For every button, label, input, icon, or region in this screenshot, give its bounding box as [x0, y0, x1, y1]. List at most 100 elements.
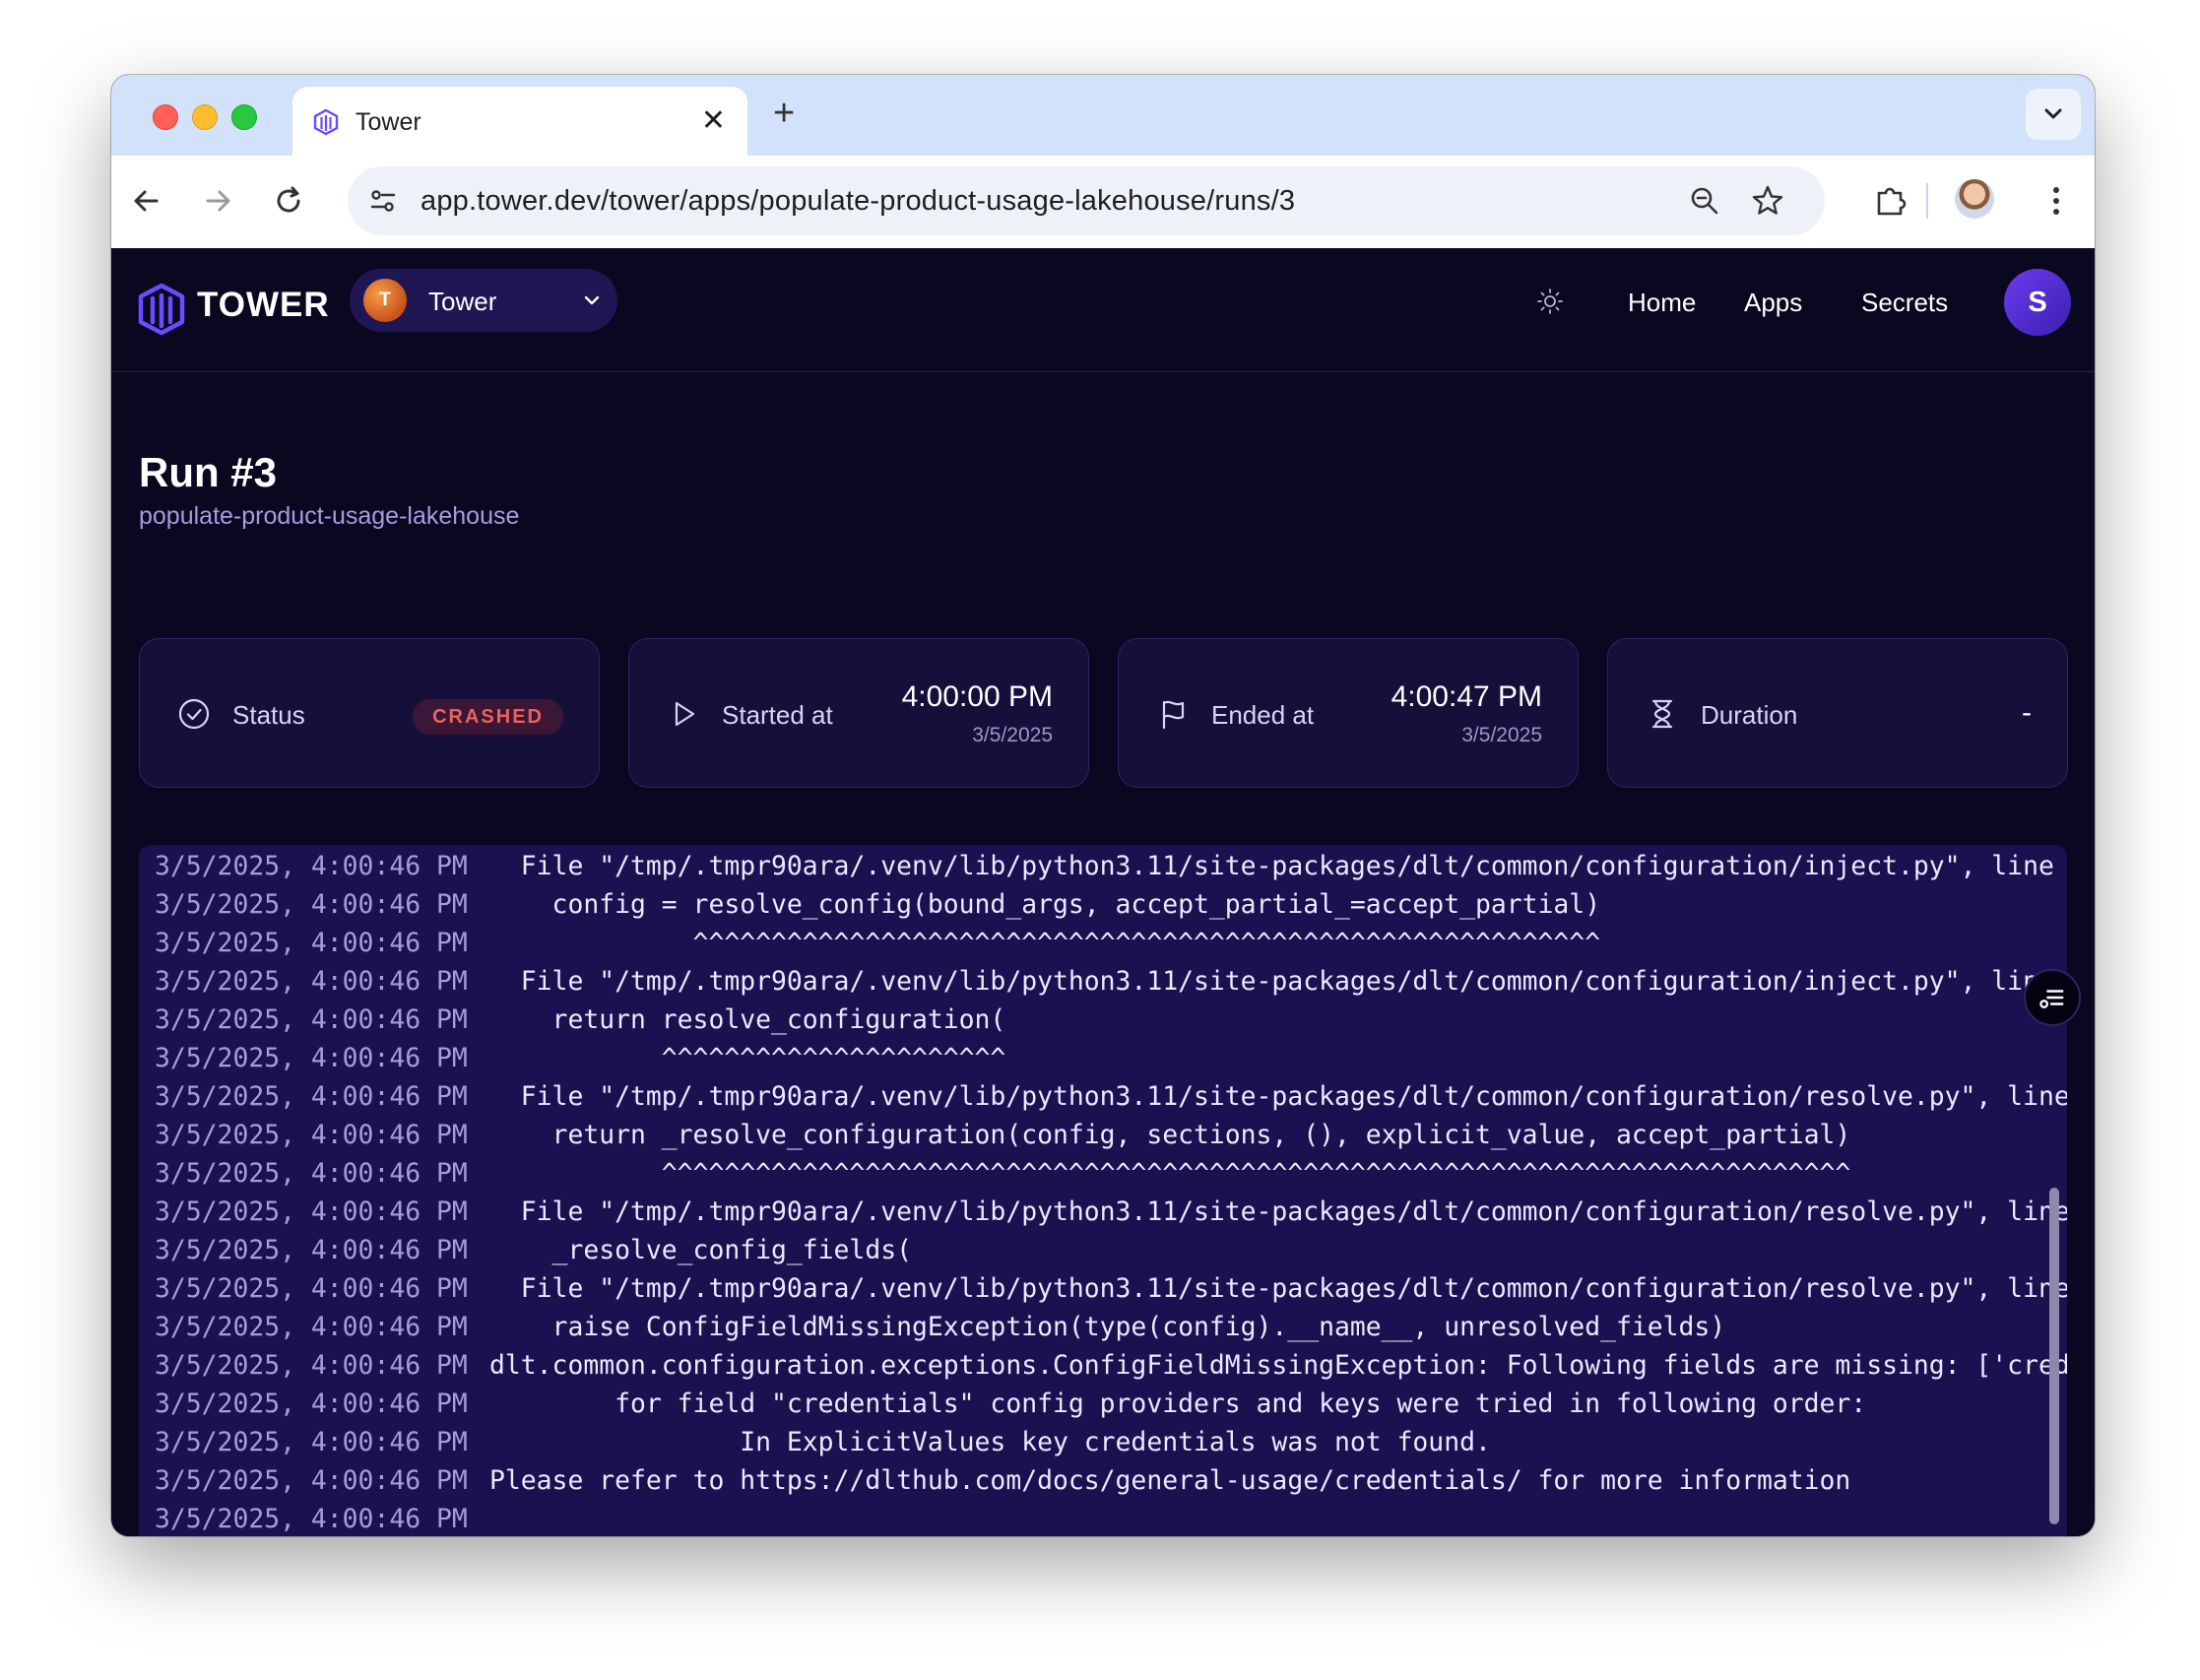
log-message: dlt.common.configuration.exceptions.Conf… [489, 1350, 2067, 1381]
wrap-lines-button[interactable] [2024, 969, 2081, 1026]
nav-apps[interactable]: Apps [1744, 288, 1802, 318]
log-message: config = resolve_config(bound_args, acce… [489, 889, 1601, 920]
browser-window: Tower ✕ + app.tower.dev/tower/apps/popul… [111, 75, 2095, 1536]
ended-label: Ended at [1211, 700, 1315, 730]
tab-close-icon[interactable]: ✕ [701, 103, 726, 139]
brand-name[interactable]: TOWER [197, 286, 330, 325]
app-header: TOWER T Tower Home Apps Secrets S [111, 248, 2095, 372]
log-timestamp: 3/5/2025, 4:00:46 PM [155, 889, 468, 920]
started-date: 3/5/2025 [972, 724, 1053, 746]
started-card: Started at 4:00:00 PM 3/5/2025 [628, 638, 1089, 788]
log-message: File "/tmp/.tmpr90ara/.venv/lib/python3.… [489, 1081, 2067, 1112]
log-line: 3/5/2025, 4:00:46 PM Please refer to http… [155, 1461, 1850, 1500]
nav-secrets[interactable]: Secrets [1861, 288, 1948, 318]
log-message: File "/tmp/.tmpr90ara/.venv/lib/python3.… [489, 1196, 2067, 1227]
extensions-puzzle-icon[interactable] [1872, 182, 1909, 220]
vertical-scrollbar[interactable] [2049, 1188, 2059, 1524]
address-bar[interactable]: app.tower.dev/tower/apps/populate-produc… [348, 166, 1825, 235]
log-line: 3/5/2025, 4:00:46 PM ^^^^^^^^^^^^^^^^^^^… [155, 924, 1600, 962]
log-line: 3/5/2025, 4:00:46 PM File "/tmp/.tmpr90a… [155, 962, 2067, 1001]
log-timestamp: 3/5/2025, 4:00:46 PM [155, 966, 468, 997]
log-timestamp: 3/5/2025, 4:00:46 PM [155, 1004, 468, 1035]
log-viewer[interactable]: 3/5/2025, 4:00:46 PM File "/tmp/.tmpr90a… [139, 845, 2067, 1536]
tab-search-button[interactable] [2026, 89, 2081, 140]
flag-icon [1162, 700, 1185, 730]
log-line: 3/5/2025, 4:00:46 PM File "/tmp/.tmpr90a… [155, 1269, 2067, 1308]
log-timestamp: 3/5/2025, 4:00:46 PM [155, 1427, 468, 1457]
status-card: Status CRASHED [139, 638, 600, 788]
log-line: 3/5/2025, 4:00:46 PM File "/tmp/.tmpr90a… [155, 847, 2067, 885]
tower-logo-icon[interactable] [137, 283, 186, 336]
ended-date: 3/5/2025 [1461, 724, 1542, 746]
page-title: Run #3 [139, 449, 278, 495]
org-avatar: T [363, 279, 407, 322]
user-avatar[interactable]: S [2004, 269, 2071, 336]
log-message: File "/tmp/.tmpr90ara/.venv/lib/python3.… [489, 851, 2067, 881]
window-close-button[interactable] [153, 104, 178, 130]
browser-profile-avatar[interactable] [1955, 179, 1994, 219]
log-message: File "/tmp/.tmpr90ara/.venv/lib/python3.… [489, 966, 2067, 997]
status-badge: CRASHED [413, 699, 563, 735]
toolbar-separator [1926, 183, 1928, 219]
kebab-menu-icon[interactable] [2038, 182, 2075, 220]
log-timestamp: 3/5/2025, 4:00:46 PM [155, 1465, 468, 1496]
log-timestamp: 3/5/2025, 4:00:46 PM [155, 1158, 468, 1189]
tab-title: Tower [356, 108, 421, 136]
hourglass-icon [1651, 699, 1673, 729]
log-line: 3/5/2025, 4:00:46 PM ^^^^^^^^^^^^^^^^^^^… [155, 1039, 1005, 1077]
duration-label: Duration [1701, 700, 1798, 730]
reload-icon[interactable] [269, 181, 308, 221]
tower-app: TOWER T Tower Home Apps Secrets S Run #3… [111, 248, 2095, 1536]
chevron-down-icon [584, 295, 600, 305]
ended-time: 4:00:47 PM [1391, 680, 1542, 713]
log-timestamp: 3/5/2025, 4:00:46 PM [155, 1235, 468, 1265]
tab-strip: Tower ✕ + [111, 75, 2095, 158]
log-line: 3/5/2025, 4:00:46 PM ^^^^^^^^^^^^^^^^^^^… [155, 1154, 1850, 1193]
log-line: 3/5/2025, 4:00:46 PM In ExplicitValues k… [155, 1423, 1491, 1461]
sun-theme-icon[interactable] [1535, 287, 1565, 316]
log-line: 3/5/2025, 4:00:46 PM return resolve_conf… [155, 1001, 1005, 1039]
log-line: 3/5/2025, 4:00:46 PM raise ConfigFieldMi… [155, 1308, 1725, 1346]
window-zoom-button[interactable] [231, 104, 257, 130]
log-message: return _resolve_configuration(config, se… [489, 1120, 1851, 1150]
duration-value: - [2022, 696, 2032, 729]
forward-arrow-icon[interactable] [198, 181, 237, 221]
zoom-magnifier-icon[interactable] [1687, 183, 1722, 219]
log-timestamp: 3/5/2025, 4:00:46 PM [155, 1389, 468, 1419]
nav-home[interactable]: Home [1628, 288, 1696, 318]
log-message: raise ConfigFieldMissingException(type(c… [489, 1312, 1726, 1342]
log-line: 3/5/2025, 4:00:46 PM File "/tmp/.tmpr90a… [155, 1193, 2067, 1231]
log-message: for field "credentials" config providers… [489, 1389, 1867, 1419]
browser-toolbar: app.tower.dev/tower/apps/populate-produc… [111, 156, 2095, 248]
log-timestamp: 3/5/2025, 4:00:46 PM [155, 1120, 468, 1150]
tower-favicon-icon [313, 108, 339, 136]
url-text: app.tower.dev/tower/apps/populate-produc… [421, 185, 1296, 217]
started-time: 4:00:00 PM [901, 680, 1053, 713]
browser-tab-active[interactable]: Tower ✕ [292, 87, 747, 158]
log-line: 3/5/2025, 4:00:46 PM _resolve_config_fie… [155, 1231, 912, 1269]
org-switcher[interactable]: T Tower [350, 269, 617, 332]
log-message: File "/tmp/.tmpr90ara/.venv/lib/python3.… [489, 1273, 2067, 1304]
log-timestamp: 3/5/2025, 4:00:46 PM [155, 851, 468, 881]
chevron-down-icon [2044, 108, 2062, 119]
back-arrow-icon[interactable] [127, 181, 166, 221]
log-message: _resolve_config_fields( [489, 1235, 912, 1265]
new-tab-plus-icon[interactable]: + [773, 92, 795, 135]
check-circle-icon [178, 698, 210, 730]
started-label: Started at [722, 700, 833, 730]
log-timestamp: 3/5/2025, 4:00:46 PM [155, 1350, 468, 1381]
play-icon [675, 701, 695, 727]
log-line: 3/5/2025, 4:00:46 PM File "/tmp/.tmpr90a… [155, 1077, 2067, 1116]
log-timestamp: 3/5/2025, 4:00:46 PM [155, 928, 468, 958]
log-timestamp: 3/5/2025, 4:00:46 PM [155, 1312, 468, 1342]
status-label: Status [232, 700, 305, 730]
bookmark-star-icon[interactable] [1750, 183, 1785, 219]
log-message: Please refer to https://dlthub.com/docs/… [489, 1465, 1851, 1496]
log-line: 3/5/2025, 4:00:46 PM for field "credenti… [155, 1385, 1866, 1423]
site-settings-icon[interactable] [365, 183, 401, 219]
wrap-text-icon [2039, 990, 2064, 1008]
org-name: Tower [428, 287, 497, 316]
log-line: 3/5/2025, 4:00:46 PM dlt.common.configura… [155, 1346, 2067, 1385]
window-minimize-button[interactable] [192, 104, 218, 130]
log-line: 3/5/2025, 4:00:46 PM return _resolve_con… [155, 1116, 1850, 1154]
